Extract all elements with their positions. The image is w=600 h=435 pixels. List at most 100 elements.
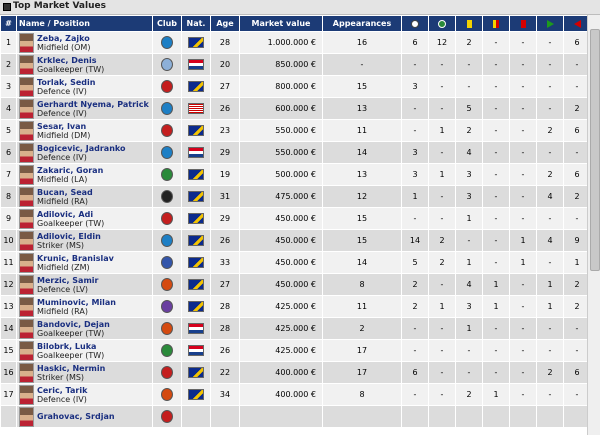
club-crest-icon[interactable] xyxy=(161,322,173,335)
cell-yellowred: - xyxy=(483,164,509,185)
club-crest-icon[interactable] xyxy=(161,344,173,357)
club-crest-icon[interactable] xyxy=(161,146,173,159)
cell-age: 27 xyxy=(211,274,239,295)
cell-yellow: 3 xyxy=(456,186,482,207)
cell-age: 28 xyxy=(211,318,239,339)
cell-yellowred: - xyxy=(483,230,509,251)
col-header-subin[interactable] xyxy=(537,16,563,31)
cell-yellow: 2 xyxy=(456,32,482,53)
col-header-age[interactable]: Age xyxy=(211,16,239,31)
col-header-yellow[interactable] xyxy=(456,16,482,31)
player-name-link[interactable]: Sesar, Ivan xyxy=(37,122,150,131)
club-crest-icon[interactable] xyxy=(161,410,173,423)
cell-red: - xyxy=(510,32,536,53)
club-crest-icon[interactable] xyxy=(161,80,173,93)
player-name-link[interactable]: Bogicevic, Jadranko xyxy=(37,144,150,153)
cell-age: 34 xyxy=(211,384,239,405)
cell-assists: - xyxy=(429,98,455,119)
assists-icon xyxy=(438,19,446,28)
cell-num: 17 xyxy=(1,384,16,405)
cell-red: - xyxy=(510,340,536,361)
table-row: 11 Krunic, Branislav Midfield (ZM) 33 450… xyxy=(1,252,590,273)
col-header-assists[interactable] xyxy=(429,16,455,31)
cell-club xyxy=(153,32,181,53)
player-photo xyxy=(19,32,34,53)
cell-appearances: 8 xyxy=(323,274,401,295)
club-crest-icon[interactable] xyxy=(161,102,173,115)
col-header-nat[interactable]: Nat. xyxy=(182,16,210,31)
player-name-link[interactable]: Muminovic, Milan xyxy=(37,298,150,307)
col-header-club[interactable]: Club xyxy=(153,16,181,31)
player-name-link[interactable]: Grahovac, Srdjan xyxy=(37,412,150,421)
cell-yellow: 1 xyxy=(456,252,482,273)
cell-assists: - xyxy=(429,76,455,97)
col-header-num[interactable]: # xyxy=(1,16,16,31)
cell-club xyxy=(153,230,181,251)
cell-subin: - xyxy=(537,76,563,97)
col-header-appearances[interactable]: Appearances xyxy=(323,16,401,31)
cell-age: 27 xyxy=(211,76,239,97)
club-crest-icon[interactable] xyxy=(161,256,173,269)
col-header-yellowred[interactable] xyxy=(483,16,509,31)
cell-appearances: 11 xyxy=(323,296,401,317)
cell-yellowred: 1 xyxy=(483,274,509,295)
player-name-link[interactable]: Adilovic, Eldin xyxy=(37,232,150,241)
club-crest-icon[interactable] xyxy=(161,168,173,181)
cell-appearances: 12 xyxy=(323,186,401,207)
col-header-goals[interactable] xyxy=(402,16,428,31)
club-crest-icon[interactable] xyxy=(161,212,173,225)
player-name-link[interactable]: Haskic, Nermin xyxy=(37,364,150,373)
cell-assists: - xyxy=(429,274,455,295)
cell-nat xyxy=(182,230,210,251)
club-crest-icon[interactable] xyxy=(161,124,173,137)
cell-nat xyxy=(182,142,210,163)
club-crest-icon[interactable] xyxy=(161,190,173,203)
nationality-flag-icon xyxy=(188,323,204,334)
cell-yellow: - xyxy=(456,76,482,97)
player-name-link[interactable]: Merzic, Samir xyxy=(37,276,150,285)
vertical-scrollbar[interactable] xyxy=(587,15,600,435)
cell-num: 12 xyxy=(1,274,16,295)
cell-appearances: 2 xyxy=(323,318,401,339)
cell-subin: - xyxy=(537,384,563,405)
cell-yellow xyxy=(456,406,482,427)
cell-market-value xyxy=(240,406,322,427)
cell-player: Zeba, Zajko Midfield (OM) xyxy=(17,32,152,53)
player-name-link[interactable]: Bandovic, Dejan xyxy=(37,320,150,329)
col-header-value[interactable]: Market value xyxy=(240,16,322,31)
club-crest-icon[interactable] xyxy=(161,300,173,313)
player-photo xyxy=(19,296,34,317)
cell-num: 6 xyxy=(1,142,16,163)
player-photo xyxy=(19,230,34,251)
cell-num: 5 xyxy=(1,120,16,141)
player-name-link[interactable]: Torlak, Sedin xyxy=(37,78,150,87)
col-header-red[interactable] xyxy=(510,16,536,31)
club-crest-icon[interactable] xyxy=(161,388,173,401)
player-name-link[interactable]: Gerhardt Nyema, Patrick xyxy=(37,100,150,109)
player-position: Midfield (ZM) xyxy=(37,262,90,272)
cell-appearances: - xyxy=(323,54,401,75)
cell-market-value: 475.000 € xyxy=(240,186,322,207)
player-name-link[interactable]: Ceric, Tarik xyxy=(37,386,150,395)
player-name-link[interactable]: Adilovic, Adi xyxy=(37,210,150,219)
club-crest-icon[interactable] xyxy=(161,234,173,247)
player-name-link[interactable]: Krunic, Branislav xyxy=(37,254,150,263)
player-name-link[interactable]: Zeba, Zajko xyxy=(37,34,150,43)
player-name-link[interactable]: Bucan, Sead xyxy=(37,188,150,197)
cell-assists: 1 xyxy=(429,296,455,317)
club-crest-icon[interactable] xyxy=(161,36,173,49)
cell-yellow: 5 xyxy=(456,98,482,119)
box-icon xyxy=(3,3,11,11)
club-crest-icon[interactable] xyxy=(161,366,173,379)
player-position: Defence (IV) xyxy=(37,152,87,162)
club-crest-icon[interactable] xyxy=(161,58,173,71)
club-crest-icon[interactable] xyxy=(161,278,173,291)
col-header-name[interactable]: Name / Position xyxy=(17,16,152,31)
player-name-link[interactable]: Bilobrk, Luka xyxy=(37,342,150,351)
scrollbar-thumb[interactable] xyxy=(590,29,600,271)
player-name-link[interactable]: Zakaric, Goran xyxy=(37,166,150,175)
cell-yellowred: - xyxy=(483,186,509,207)
player-position: Midfield (RA) xyxy=(37,196,88,206)
player-name-link[interactable]: Krklec, Denis xyxy=(37,56,150,65)
cell-club xyxy=(153,340,181,361)
